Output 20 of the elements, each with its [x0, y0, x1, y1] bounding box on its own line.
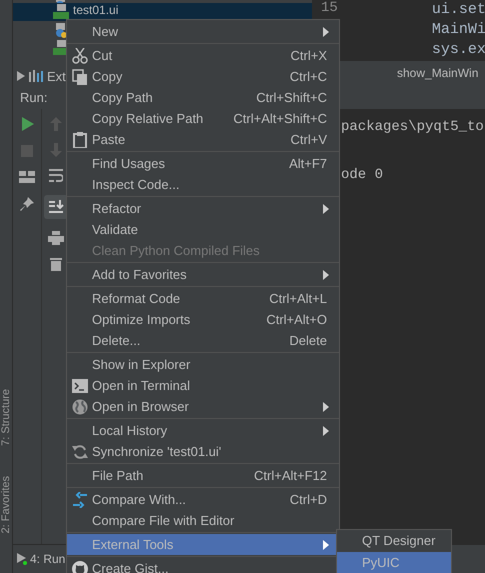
- shortcut-text: Ctrl+C: [290, 69, 327, 84]
- shortcut-text: Ctrl+Shift+C: [256, 90, 327, 105]
- shortcut-text: Delete: [289, 333, 327, 348]
- code-line: MainWi: [432, 20, 485, 40]
- run-title: Run:: [20, 90, 48, 104]
- console-line: packages\pyqt5_to: [341, 119, 485, 135]
- console-line: ode 0: [341, 167, 384, 183]
- shortcut-text: Ctrl+D: [290, 492, 327, 507]
- shortcut-text: Ctrl+Alt+O: [266, 312, 327, 327]
- tree-label: Ext: [47, 68, 66, 84]
- shortcut-text: Ctrl+Alt+F12: [254, 468, 327, 483]
- file-name: test01.ui: [73, 4, 118, 17]
- shortcut-text: Alt+F7: [289, 156, 327, 171]
- code-line: ui.set: [432, 0, 485, 20]
- shortcut-text: Ctrl+V: [290, 132, 327, 147]
- shortcut-text: Ctrl+X: [290, 48, 327, 63]
- line-number: 15: [321, 0, 338, 16]
- shortcut-text: Ctrl+Alt+L: [269, 291, 327, 306]
- code-line: sys.ex: [432, 40, 485, 60]
- shortcut-text: Ctrl+Alt+Shift+C: [233, 111, 327, 126]
